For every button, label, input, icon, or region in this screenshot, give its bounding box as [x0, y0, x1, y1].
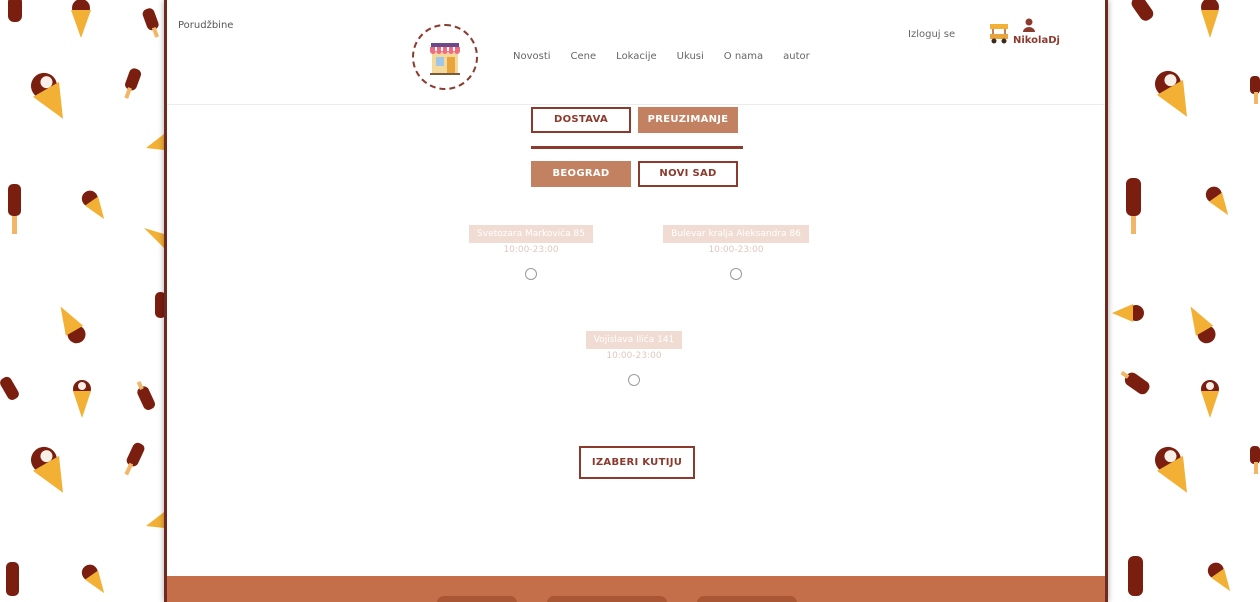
- ice-cream-cone-icon: [1112, 304, 1144, 322]
- location-radio[interactable]: [525, 268, 537, 280]
- footer-decoration: [547, 596, 667, 602]
- popsicle-icon: [1131, 0, 1154, 21]
- ice-cream-cone-icon: [1205, 186, 1229, 216]
- location-radio[interactable]: [628, 374, 640, 386]
- nav-lokacije[interactable]: Lokacije: [616, 51, 656, 62]
- footer: [167, 576, 1105, 602]
- ice-cream-cone-icon: [1201, 0, 1219, 38]
- popsicle-icon: [124, 442, 145, 476]
- popsicle-icon: [1126, 178, 1141, 234]
- nav-ukusi[interactable]: Ukusi: [677, 51, 704, 62]
- nav-autor[interactable]: autor: [783, 51, 810, 62]
- nav-o-nama[interactable]: O nama: [724, 51, 763, 62]
- choose-box-button[interactable]: IZABERI KUTIJU: [579, 446, 695, 479]
- location-option: Svetozara Markovića 85 10:00-23:00: [431, 221, 631, 280]
- popsicle-icon: [155, 292, 164, 318]
- ice-cream-cone-icon: [81, 564, 105, 594]
- nav-cene[interactable]: Cene: [571, 51, 597, 62]
- ice-cream-shop-icon: [430, 43, 460, 75]
- main-panel: Porudžbine Novosti Cene Lokacije Ukusi O…: [164, 0, 1108, 602]
- popsicle-icon: [1250, 446, 1260, 474]
- location-hours: 10:00-23:00: [503, 245, 559, 255]
- location-address: Svetozara Markovića 85: [469, 225, 593, 243]
- popsicle-icon: [1128, 556, 1143, 596]
- logout-link[interactable]: Izloguj se: [908, 29, 955, 40]
- orders-link[interactable]: Porudžbine: [178, 20, 233, 31]
- ice-cream-cone-icon: [1155, 70, 1187, 117]
- popsicle-icon: [136, 381, 156, 410]
- username-label[interactable]: NikolaDj: [1013, 35, 1060, 46]
- location-radio[interactable]: [730, 268, 742, 280]
- popsicle-icon: [8, 0, 22, 22]
- ice-cream-cone-icon: [146, 134, 164, 150]
- location-option: Vojislava Ilića 141 10:00-23:00: [534, 327, 734, 386]
- ice-cream-cone-icon: [1190, 306, 1216, 344]
- header: Porudžbine Novosti Cene Lokacije Ukusi O…: [167, 0, 1105, 105]
- popsicle-icon: [1120, 370, 1150, 395]
- ice-cream-cone-icon: [1201, 380, 1219, 418]
- ice-cream-cone-icon: [31, 446, 63, 493]
- logo[interactable]: [412, 24, 478, 90]
- ice-cream-cone-icon: [73, 380, 91, 418]
- user-icon[interactable]: [1023, 18, 1035, 32]
- footer-decoration: [437, 596, 517, 602]
- ice-cream-cone-icon: [71, 0, 91, 38]
- popsicle-icon: [8, 184, 21, 234]
- popsicle-icon: [142, 8, 160, 38]
- ice-cream-cone-icon: [1207, 562, 1231, 592]
- ice-cream-cone-icon: [60, 306, 86, 344]
- city-novi-sad-button[interactable]: NOVI SAD: [638, 161, 738, 187]
- main-nav: Novosti Cene Lokacije Ukusi O nama autor: [513, 51, 810, 62]
- ice-cream-cone-icon: [144, 228, 164, 248]
- popsicle-icon: [1250, 76, 1260, 104]
- section-divider: [531, 146, 743, 149]
- ice-cream-cone-icon: [31, 72, 63, 119]
- ice-cream-cart-icon[interactable]: [988, 24, 1010, 44]
- location-address: Vojislava Ilića 141: [585, 331, 683, 349]
- delivery-button[interactable]: DOSTAVA: [531, 107, 631, 133]
- location-option: Bulevar kralja Aleksandra 86 10:00-23:00: [636, 221, 836, 280]
- popsicle-icon: [0, 376, 19, 400]
- location-hours: 10:00-23:00: [606, 351, 662, 361]
- nav-novosti[interactable]: Novosti: [513, 51, 551, 62]
- ice-cream-cone-icon: [1155, 446, 1187, 493]
- popsicle-icon: [6, 562, 19, 596]
- location-address: Bulevar kralja Aleksandra 86: [663, 225, 809, 243]
- city-belgrade-button[interactable]: BEOGRAD: [531, 161, 631, 187]
- footer-decoration: [697, 596, 797, 602]
- location-hours: 10:00-23:00: [708, 245, 764, 255]
- ice-cream-cone-icon: [146, 512, 164, 528]
- popsicle-icon: [124, 68, 142, 99]
- background-pattern-left: [0, 0, 164, 602]
- pickup-button[interactable]: PREUZIMANJE: [638, 107, 738, 133]
- background-pattern-right: [1104, 0, 1260, 602]
- ice-cream-cone-icon: [81, 190, 105, 220]
